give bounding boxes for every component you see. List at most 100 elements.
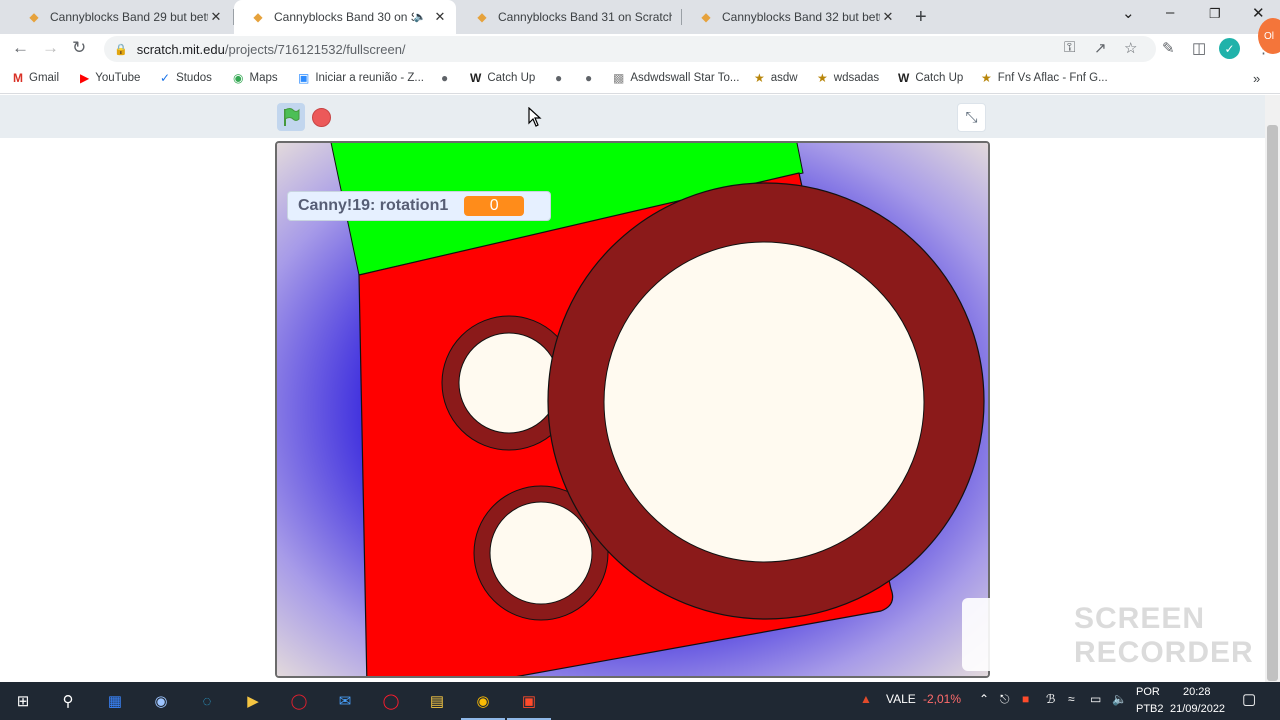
opera-icon[interactable]: ◯ [380,690,402,712]
bookmark-maps[interactable]: ◉ Maps [233,71,278,85]
scratch-stage[interactable]: Canny!19: rotation1 0 [275,141,990,678]
browser-toolbar: ← → ↻ 🔒 scratch.mit.edu/projects/7161215… [0,34,1280,64]
scrollbar-thumb[interactable] [1267,125,1278,681]
globe-icon: ● [555,71,563,85]
small-speaker-bottom-cone [489,501,593,605]
bookmark-label: Iniciar a reunião - Z... [315,72,424,84]
chrome-icon[interactable]: ◉ [461,690,505,720]
large-speaker-cone [603,241,925,563]
stage-canvas [277,143,988,676]
tab-close-icon[interactable]: ✕ [432,9,448,25]
bookmark-gmail[interactable]: M Gmail [13,71,59,85]
battery-icon[interactable]: ▭ [1090,692,1101,706]
chevron-up-icon[interactable]: ⌃ [979,692,989,706]
globe-icon: ● [585,71,593,85]
bookmark-asdw[interactable]: ★ asdw [754,71,798,85]
store-icon[interactable]: ▦ [104,690,126,712]
speaker-icon[interactable]: 🔈 [414,12,426,23]
bluetooth-icon[interactable]: ℬ [1046,692,1055,706]
watermark-line2: RECORDER [1074,636,1254,669]
tab-title: Cannyblocks Band 29 but better [50,10,208,24]
w-icon: W [898,71,910,85]
tab-band-31[interactable]: ◆ Cannyblocks Band 31 on Scratch [458,0,680,34]
side-panel-icon[interactable]: ◫ [1192,39,1206,57]
tab-band-29[interactable]: ◆ Cannyblocks Band 29 but better ✕ [10,0,232,34]
wifi-icon[interactable]: ≈ [1068,692,1075,706]
restore-icon[interactable]: ❐ [1209,6,1221,22]
new-tab-icon[interactable]: + [915,6,927,29]
w-icon: W [470,71,482,85]
notification-icon[interactable]: ▢ [1242,690,1256,708]
profile-avatar-icon[interactable]: ✓ [1219,38,1240,59]
forward-arrow-icon[interactable]: → [42,38,59,58]
profile-badge-text: Ol [1264,30,1274,42]
stock-icon: ▲ [860,692,872,706]
stock-name[interactable]: VALE [886,692,916,706]
bookmark-globe[interactable]: ● [555,71,568,85]
small-speaker-top-cone [458,332,560,434]
clock-date[interactable]: 21/09/2022 [1170,703,1225,715]
close-window-icon[interactable]: ✕ [1252,4,1265,22]
usb-icon[interactable]: ⎋ [1000,692,1010,707]
star-badge-icon: ★ [981,71,992,85]
file-explorer-icon[interactable]: ▤ [426,690,448,712]
stock-change[interactable]: -2,01% [923,692,961,706]
exit-fullscreen-icon: ⤡ [965,109,978,126]
bookmark-globe[interactable]: ● [585,71,598,85]
share-icon[interactable]: ↗ [1094,39,1107,57]
tab-title: Cannyblocks Band 32 but better [722,10,880,24]
media-icon[interactable]: ▶ [242,690,264,712]
bookmarks-bar: M Gmail ▶ YouTube ✓ Studos ◉ Maps ▣ Iniciar a… [0,64,1280,94]
bookmark-fnf[interactable]: ★ Fnf Vs Aflac - Fnf G... [981,71,1108,85]
url-host: scratch.mit.edu [136,41,225,57]
bookmark-youtube[interactable]: ▶ YouTube [80,71,140,85]
search-icon[interactable]: ⚲ [57,690,79,712]
exit-fullscreen-button[interactable]: ⤡ [957,103,986,132]
bookmark-star-icon[interactable]: ☆ [1124,39,1137,57]
back-arrow-icon[interactable]: ← [12,38,29,58]
green-flag-icon [284,108,300,126]
bookmark-globe[interactable]: ● [441,71,454,85]
bookmark-wdsadas[interactable]: ★ wdsadas [817,71,879,85]
extensions-icon[interactable]: ✎ [1162,39,1175,57]
bookmark-label: Catch Up [915,72,964,84]
minimize-icon[interactable]: – [1166,4,1174,21]
mail-icon[interactable]: ✉ [334,690,356,712]
camera-icon[interactable]: ◉ [150,690,172,712]
bookmark-zoom[interactable]: ▣ Iniciar a reunião - Z... [298,71,424,85]
mouse-cursor-icon [528,107,542,127]
opera-gx-icon[interactable]: ◯ [288,690,310,712]
volume-icon[interactable]: 🔈 [1112,692,1127,706]
bookmark-label: Fnf Vs Aflac - Fnf G... [997,72,1108,84]
maps-icon: ◉ [233,71,244,85]
variable-monitor[interactable]: Canny!19: rotation1 0 [287,191,551,221]
watermark-line1: SCREEN [1074,602,1206,635]
recorder-logo-icon [962,598,1038,671]
profile-badge[interactable]: Ol [1258,18,1280,54]
key-icon[interactable]: ⚿ [1064,39,1075,56]
more-bookmarks-icon[interactable]: » [1253,71,1260,86]
language-primary[interactable]: POR [1136,686,1160,698]
bookmark-studos[interactable]: ✓ Studos [160,71,212,85]
screen-recorder-icon[interactable]: ▣ [507,690,551,720]
youtube-icon: ▶ [80,71,90,85]
recorder-tray-icon[interactable]: ■ [1022,692,1029,706]
tab-close-icon[interactable]: ✕ [880,9,896,25]
bookmark-catch-up-2[interactable]: W Catch Up [898,71,963,85]
reload-icon[interactable]: ↻ [72,38,86,58]
tab-close-icon[interactable]: ✕ [208,9,224,25]
tab-band-30[interactable]: ◆ Cannyblocks Band 30 on Scratch 🔈 ✕ [234,0,456,34]
windows-start-icon[interactable]: ⊞ [12,690,34,712]
bookmark-label: asdw [770,72,798,84]
clock-time[interactable]: 20:28 [1183,686,1211,698]
stop-button[interactable] [312,108,331,127]
bookmark-asdwdswall[interactable]: ▩ Asdwdswall Star To... [613,71,739,85]
green-flag-button[interactable] [277,103,305,131]
chevron-down-icon[interactable]: ⌄ [1122,4,1135,22]
vertical-scrollbar[interactable] [1265,95,1280,682]
bookmark-catch-up[interactable]: W Catch Up [470,71,535,85]
language-secondary[interactable]: PTB2 [1136,703,1164,715]
tab-band-32[interactable]: ◆ Cannyblocks Band 32 but better ✕ [682,0,904,34]
address-bar[interactable]: 🔒 scratch.mit.edu/projects/716121532/ful… [104,36,1156,62]
edge-icon[interactable]: ◌ [196,690,218,712]
